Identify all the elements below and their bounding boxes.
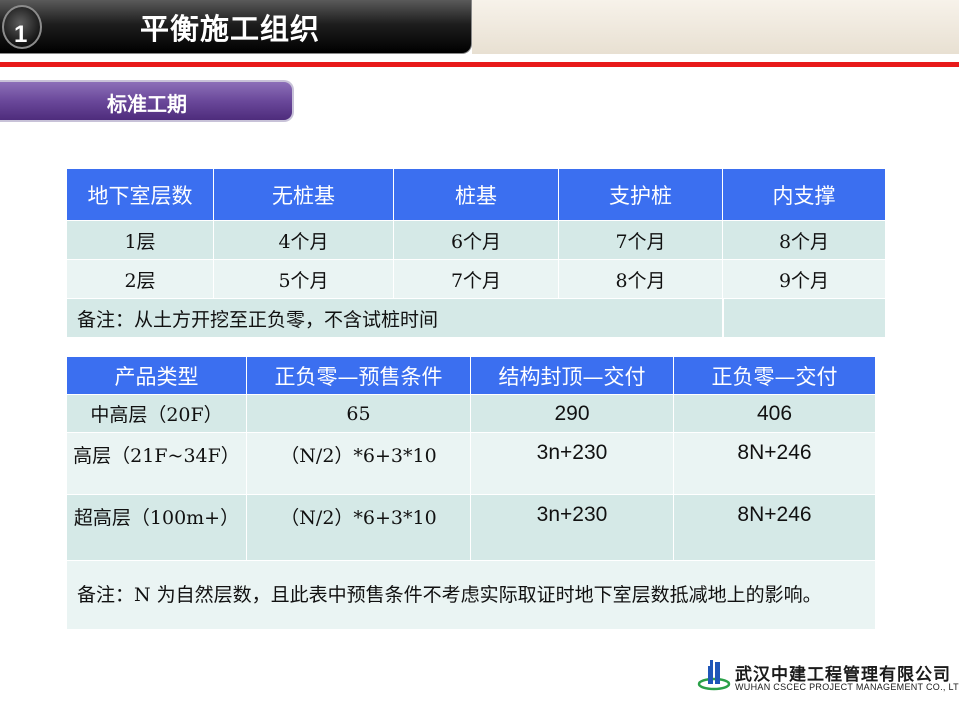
- header-cell: 内支撑: [722, 168, 886, 221]
- header-cell: 正负零—交付: [673, 356, 876, 395]
- header-cell: 地下室层数: [66, 168, 214, 221]
- title-bar: 1 平衡施工组织: [0, 0, 472, 54]
- table-note-row: 备注：N 为自然层数，且此表中预售条件不考虑实际取证时地下室层数抵减地上的影响。: [66, 560, 876, 630]
- table-row: 1层 4个月 6个月 7个月 8个月: [66, 220, 886, 260]
- table-cell: 8个月: [722, 220, 886, 260]
- table-note-row: 备注：从土方开挖至正负零，不含试桩时间: [66, 298, 886, 338]
- table-cell: 8N+246: [673, 494, 876, 561]
- table-header-row: 产品类型 正负零—预售条件 结构封顶—交付 正负零—交付: [66, 356, 876, 395]
- header-cell: 结构封顶—交付: [470, 356, 674, 395]
- table-cell: 290: [470, 394, 674, 433]
- table-cell: 7个月: [393, 259, 559, 299]
- table-cell-empty: [721, 298, 886, 338]
- table-row: 中高层（20F） 65 290 406: [66, 394, 876, 433]
- table-cell: 3n+230: [470, 494, 674, 561]
- table-note: 备注：从土方开挖至正负零，不含试桩时间: [66, 298, 723, 338]
- header-divider: [0, 62, 959, 67]
- table-header-row: 地下室层数 无桩基 桩基 支护桩 内支撑: [66, 168, 886, 221]
- slide-number-badge: 1: [2, 5, 42, 49]
- title-bar-background: [472, 0, 959, 54]
- table-row: 2层 5个月 7个月 8个月 9个月: [66, 259, 886, 299]
- schedule-formula-table: 产品类型 正负零—预售条件 结构封顶—交付 正负零—交付 中高层（20F） 65…: [66, 356, 876, 630]
- company-logo-icon: [697, 660, 731, 691]
- table-cell: 1层: [66, 220, 214, 260]
- header-cell: 桩基: [393, 168, 559, 221]
- header-cell: 产品类型: [66, 356, 247, 395]
- table-cell: 中高层（20F）: [66, 394, 247, 433]
- table-cell: 406: [673, 394, 876, 433]
- table-cell: 8个月: [558, 259, 723, 299]
- section-tab: 标准工期: [0, 80, 294, 122]
- table-row: 超高层（100m+） （N/2）*6+3*10 3n+230 8N+246: [66, 494, 876, 561]
- table-cell: 7个月: [558, 220, 723, 260]
- header-cell: 无桩基: [213, 168, 394, 221]
- header-cell: 支护桩: [558, 168, 723, 221]
- duration-table: 地下室层数 无桩基 桩基 支护桩 内支撑 1层 4个月 6个月 7个月 8个月 …: [66, 168, 886, 338]
- table-cell: 65: [246, 394, 471, 433]
- table-cell: （N/2）*6+3*10: [246, 494, 471, 561]
- table-cell: 高层（21F~34F）: [66, 432, 247, 495]
- table-cell: （N/2）*6+3*10: [246, 432, 471, 495]
- company-name-en: WUHAN CSCEC PROJECT MANAGEMENT CO., LTD: [735, 682, 959, 692]
- table-cell: 5个月: [213, 259, 394, 299]
- header-cell: 正负零—预售条件: [246, 356, 471, 395]
- table-cell: 8N+246: [673, 432, 876, 495]
- page-title: 平衡施工组织: [140, 12, 321, 46]
- table-cell: 2层: [66, 259, 214, 299]
- table-cell: 4个月: [213, 220, 394, 260]
- table-cell: 9个月: [722, 259, 886, 299]
- table-cell: 6个月: [393, 220, 559, 260]
- slide-number: 1: [14, 21, 28, 48]
- table-cell: 3n+230: [470, 432, 674, 495]
- table-row: 高层（21F~34F） （N/2）*6+3*10 3n+230 8N+246: [66, 432, 876, 495]
- table-note: 备注：N 为自然层数，且此表中预售条件不考虑实际取证时地下室层数抵减地上的影响。: [66, 560, 876, 630]
- company-logo: 武汉中建工程管理有限公司 WUHAN CSCEC PROJECT MANAGEM…: [697, 658, 959, 698]
- section-label: 标准工期: [107, 92, 187, 116]
- table-cell: 超高层（100m+）: [66, 494, 247, 561]
